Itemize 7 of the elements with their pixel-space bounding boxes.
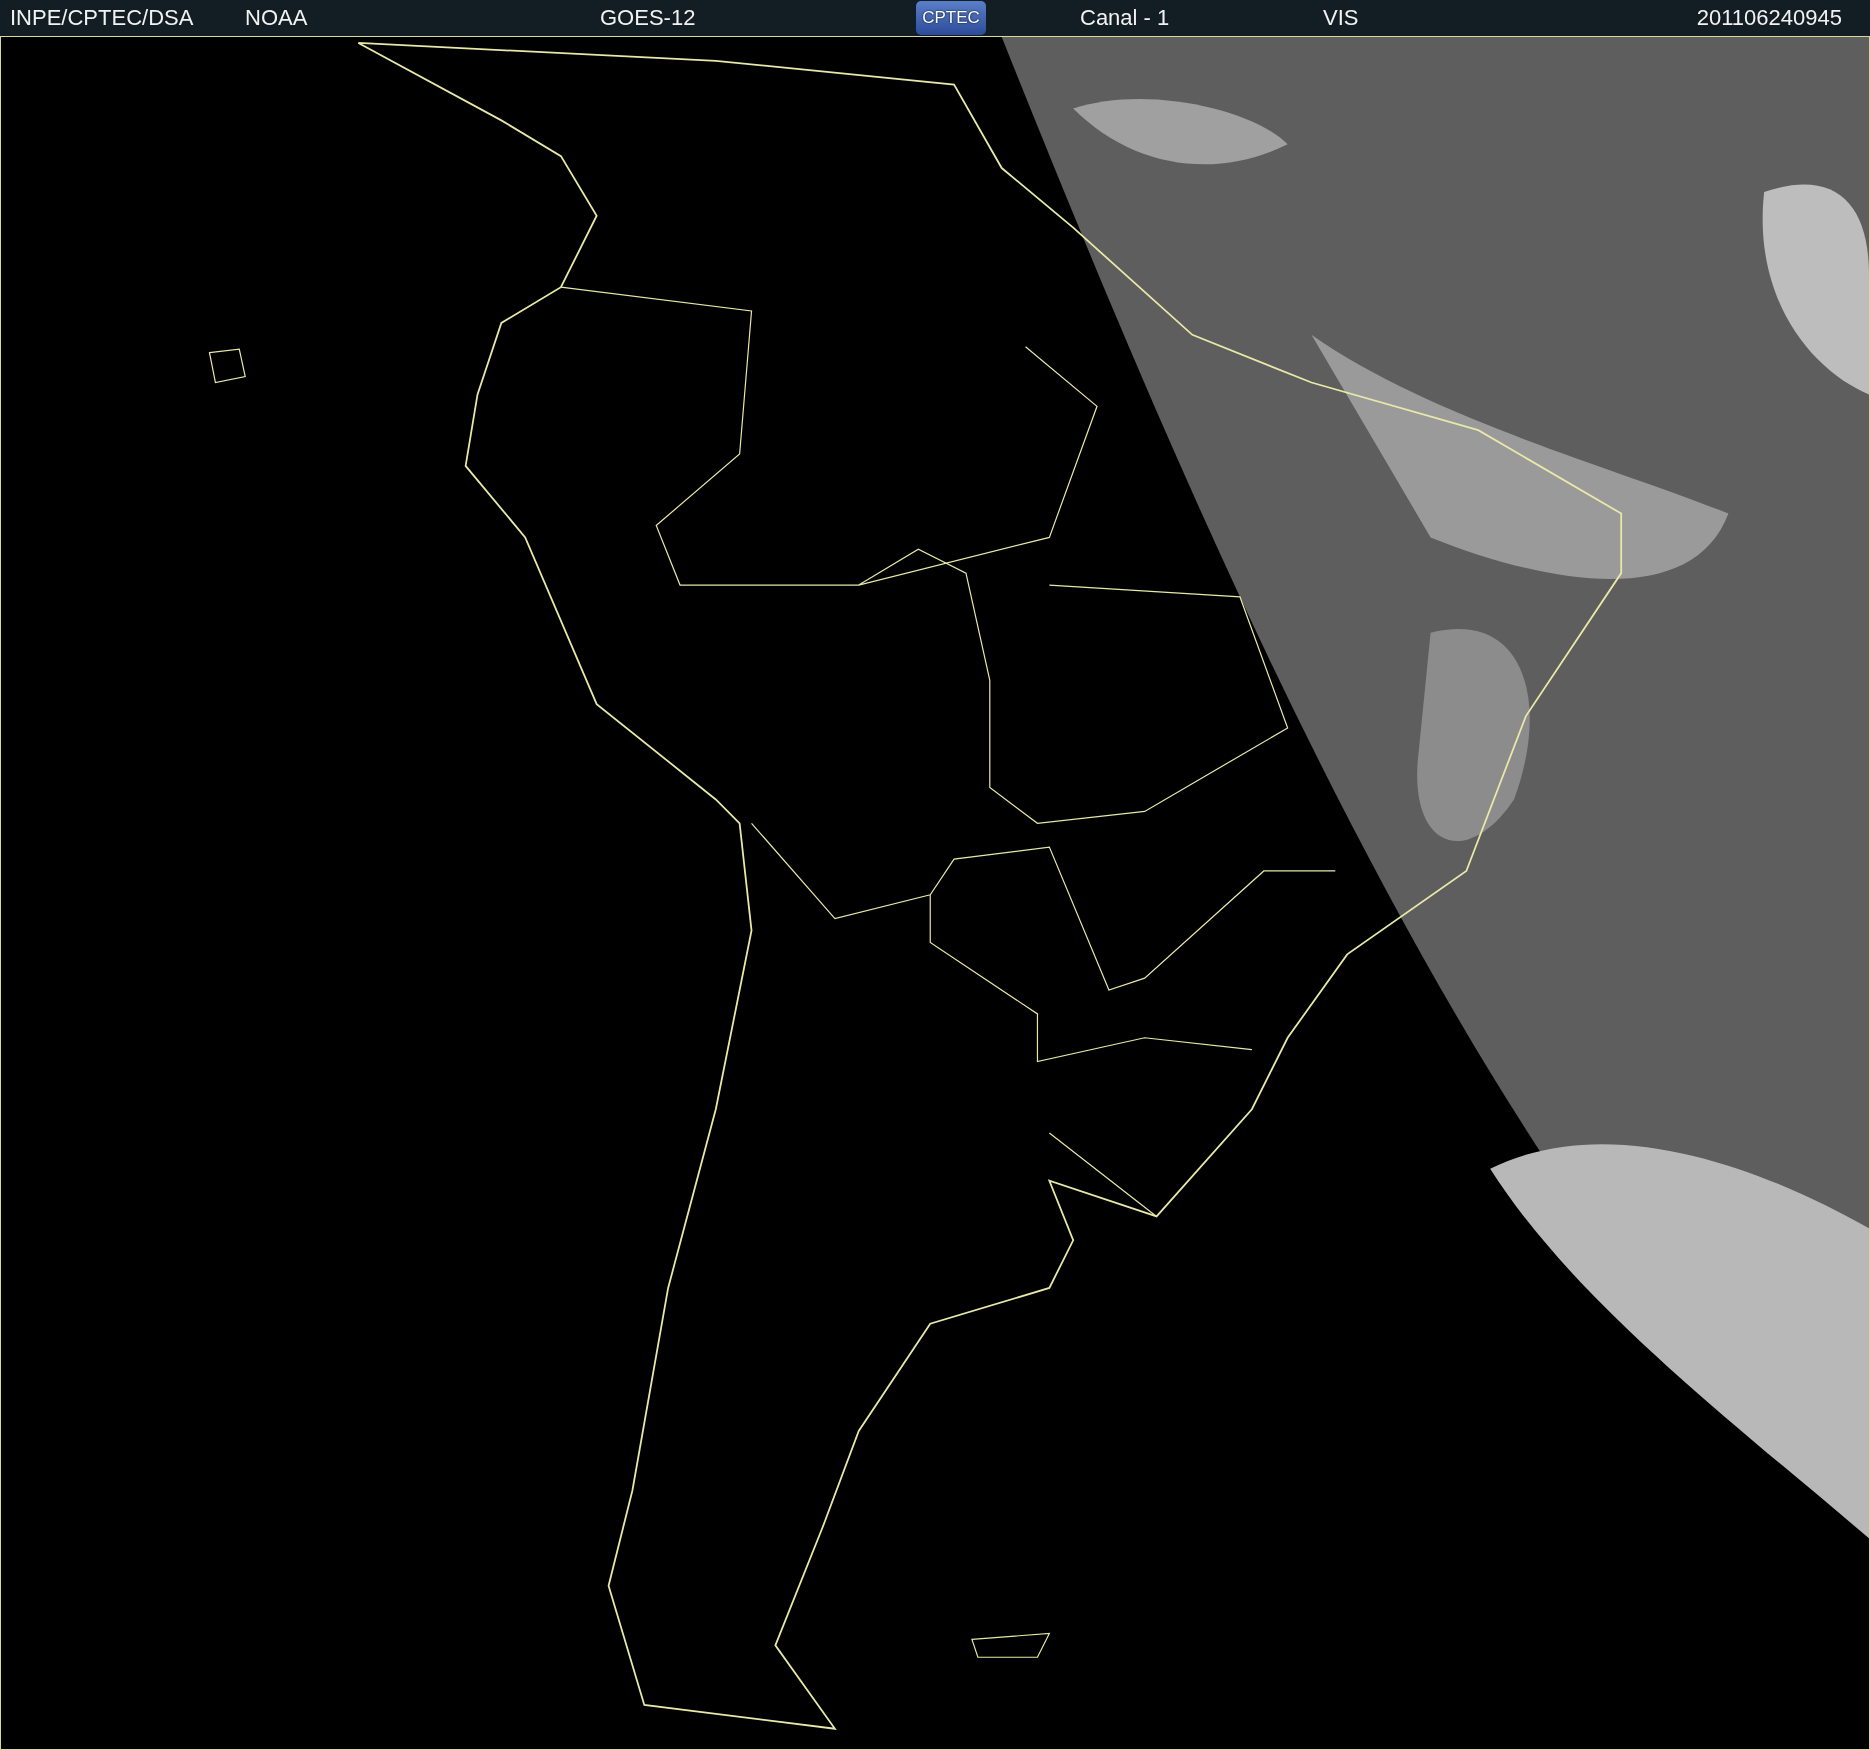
header-label: GOES-12 xyxy=(600,5,696,31)
header-label: INPE/CPTEC/DSA xyxy=(10,5,194,31)
header-label: Canal - 1 xyxy=(1080,5,1170,31)
header-label: VIS xyxy=(1323,5,1359,31)
header-label: 201106240945 xyxy=(1696,5,1842,31)
logo: CPTEC xyxy=(916,1,986,35)
header-label: NOAA xyxy=(245,5,308,31)
